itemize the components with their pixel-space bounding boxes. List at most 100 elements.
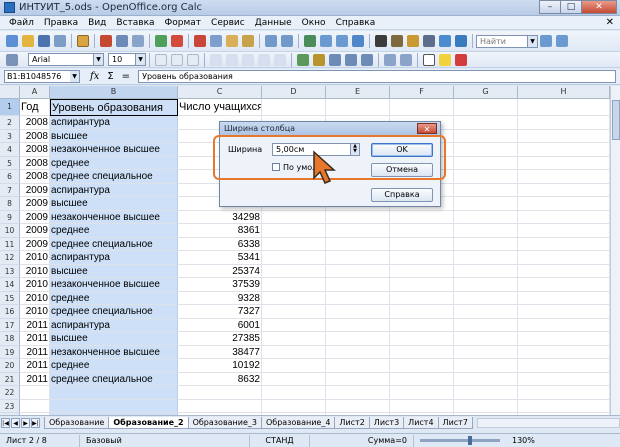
cell-g-4[interactable] [454, 143, 518, 157]
underline-icon[interactable] [187, 53, 199, 66]
background-color-icon[interactable] [439, 53, 451, 66]
cell-b-3[interactable]: высшее [50, 129, 178, 143]
cell-b-20[interactable]: среднее [50, 359, 178, 373]
cell-b-12[interactable]: аспирантура [50, 251, 178, 265]
cell-g-7[interactable] [454, 183, 518, 197]
column-header-f[interactable]: F [390, 86, 454, 99]
cell-g-19[interactable] [454, 345, 518, 359]
row-header[interactable]: 12 [0, 251, 20, 265]
column-header-d[interactable]: D [262, 86, 326, 99]
cell-h-10[interactable] [518, 224, 610, 238]
cell-b-23[interactable] [50, 399, 178, 413]
cell-d-13[interactable] [262, 264, 326, 278]
row-header[interactable]: 7 [0, 183, 20, 197]
cell-d-10[interactable] [262, 224, 326, 238]
cell-h-19[interactable] [518, 345, 610, 359]
chevron-down-icon[interactable]: ▼ [135, 54, 145, 65]
cell-h-3[interactable] [518, 129, 610, 143]
row-header[interactable]: 11 [0, 237, 20, 251]
cell-a-21[interactable]: 2011 [20, 372, 50, 386]
cell-f-12[interactable] [390, 251, 454, 265]
cell-g-6[interactable] [454, 170, 518, 184]
menu-file[interactable]: Файл [4, 18, 39, 28]
navigator-icon[interactable] [391, 35, 403, 47]
dialog-close-icon[interactable]: ✕ [417, 123, 437, 134]
cell-g-12[interactable] [454, 251, 518, 265]
cell-f-11[interactable] [390, 237, 454, 251]
cell-f-16[interactable] [390, 305, 454, 319]
cell-d-1[interactable] [262, 99, 326, 116]
find-next-icon[interactable] [556, 35, 568, 47]
row-header[interactable]: 23 [0, 399, 20, 413]
help-icon[interactable] [455, 35, 467, 47]
row-header[interactable]: 16 [0, 305, 20, 319]
cell-c-22[interactable] [178, 386, 262, 400]
row-header[interactable]: 17 [0, 318, 20, 332]
row-header[interactable]: 13 [0, 264, 20, 278]
cell-e-18[interactable] [326, 332, 390, 346]
align-right-icon[interactable] [242, 53, 254, 66]
cell-a-3[interactable]: 2008 [20, 129, 50, 143]
find-replace-icon[interactable] [375, 35, 387, 47]
next-sheet-icon[interactable]: ▶ [21, 417, 30, 428]
copy-icon[interactable] [210, 35, 222, 47]
cell-h-20[interactable] [518, 359, 610, 373]
cell-a-1[interactable]: Год [20, 99, 50, 116]
cell-a-13[interactable]: 2010 [20, 264, 50, 278]
cell-b-11[interactable]: среднее специальное [50, 237, 178, 251]
cell-f-23[interactable] [390, 399, 454, 413]
column-header-g[interactable]: G [454, 86, 518, 99]
row-header[interactable]: 14 [0, 278, 20, 292]
row-header[interactable]: 20 [0, 359, 20, 373]
hyperlink-icon[interactable] [304, 35, 316, 47]
clone-formatting-icon[interactable] [242, 35, 254, 47]
row-header[interactable]: 6 [0, 170, 20, 184]
column-header-e[interactable]: E [326, 86, 390, 99]
row-header[interactable]: 9 [0, 210, 20, 224]
cell-c-16[interactable]: 7327 [178, 305, 262, 319]
save-icon[interactable] [38, 35, 50, 47]
page-preview-icon[interactable] [132, 35, 144, 47]
cell-b-21[interactable]: среднее специальное [50, 372, 178, 386]
cell-g-1[interactable] [454, 99, 518, 116]
cell-c-10[interactable]: 8361 [178, 224, 262, 238]
cell-f-19[interactable] [390, 345, 454, 359]
cell-h-1[interactable] [518, 99, 610, 116]
column-header-c[interactable]: C [178, 86, 262, 99]
row-header[interactable]: 15 [0, 291, 20, 305]
cell-a-10[interactable]: 2009 [20, 224, 50, 238]
paste-icon[interactable] [226, 35, 238, 47]
cell-a-4[interactable]: 2008 [20, 143, 50, 157]
row-header[interactable]: 1 [0, 99, 20, 116]
chevron-down-icon[interactable]: ▼ [527, 35, 537, 47]
tab-sheet-4[interactable]: Образование_4 [261, 416, 336, 429]
row-header[interactable]: 5 [0, 156, 20, 170]
cell-h-23[interactable] [518, 399, 610, 413]
cell-h-8[interactable] [518, 197, 610, 211]
cell-b-16[interactable]: среднее специальное [50, 305, 178, 319]
cell-g-3[interactable] [454, 129, 518, 143]
cell-a-5[interactable]: 2008 [20, 156, 50, 170]
cell-f-1[interactable] [390, 99, 454, 116]
menu-tools[interactable]: Сервис [206, 18, 250, 28]
help-button[interactable]: Справка [371, 188, 433, 202]
cell-g-21[interactable] [454, 372, 518, 386]
new-document-icon[interactable] [6, 35, 18, 47]
row-header[interactable]: 8 [0, 197, 20, 211]
input-mode[interactable]: СТАНД [250, 434, 310, 447]
column-header-b[interactable]: B [50, 86, 178, 99]
cell-d-12[interactable] [262, 251, 326, 265]
cell-b-10[interactable]: среднее [50, 224, 178, 238]
cell-d-22[interactable] [262, 386, 326, 400]
standard-format-icon[interactable] [329, 53, 341, 66]
cell-h-9[interactable] [518, 210, 610, 224]
export-pdf-icon[interactable] [100, 35, 112, 47]
tab-sheet-3[interactable]: Образование_3 [187, 416, 262, 429]
font-color-icon[interactable] [455, 53, 467, 66]
first-sheet-icon[interactable]: |◀ [1, 417, 10, 428]
cell-d-17[interactable] [262, 318, 326, 332]
cell-d-20[interactable] [262, 359, 326, 373]
cell-h-6[interactable] [518, 170, 610, 184]
chart-icon[interactable] [352, 35, 364, 47]
cell-d-11[interactable] [262, 237, 326, 251]
